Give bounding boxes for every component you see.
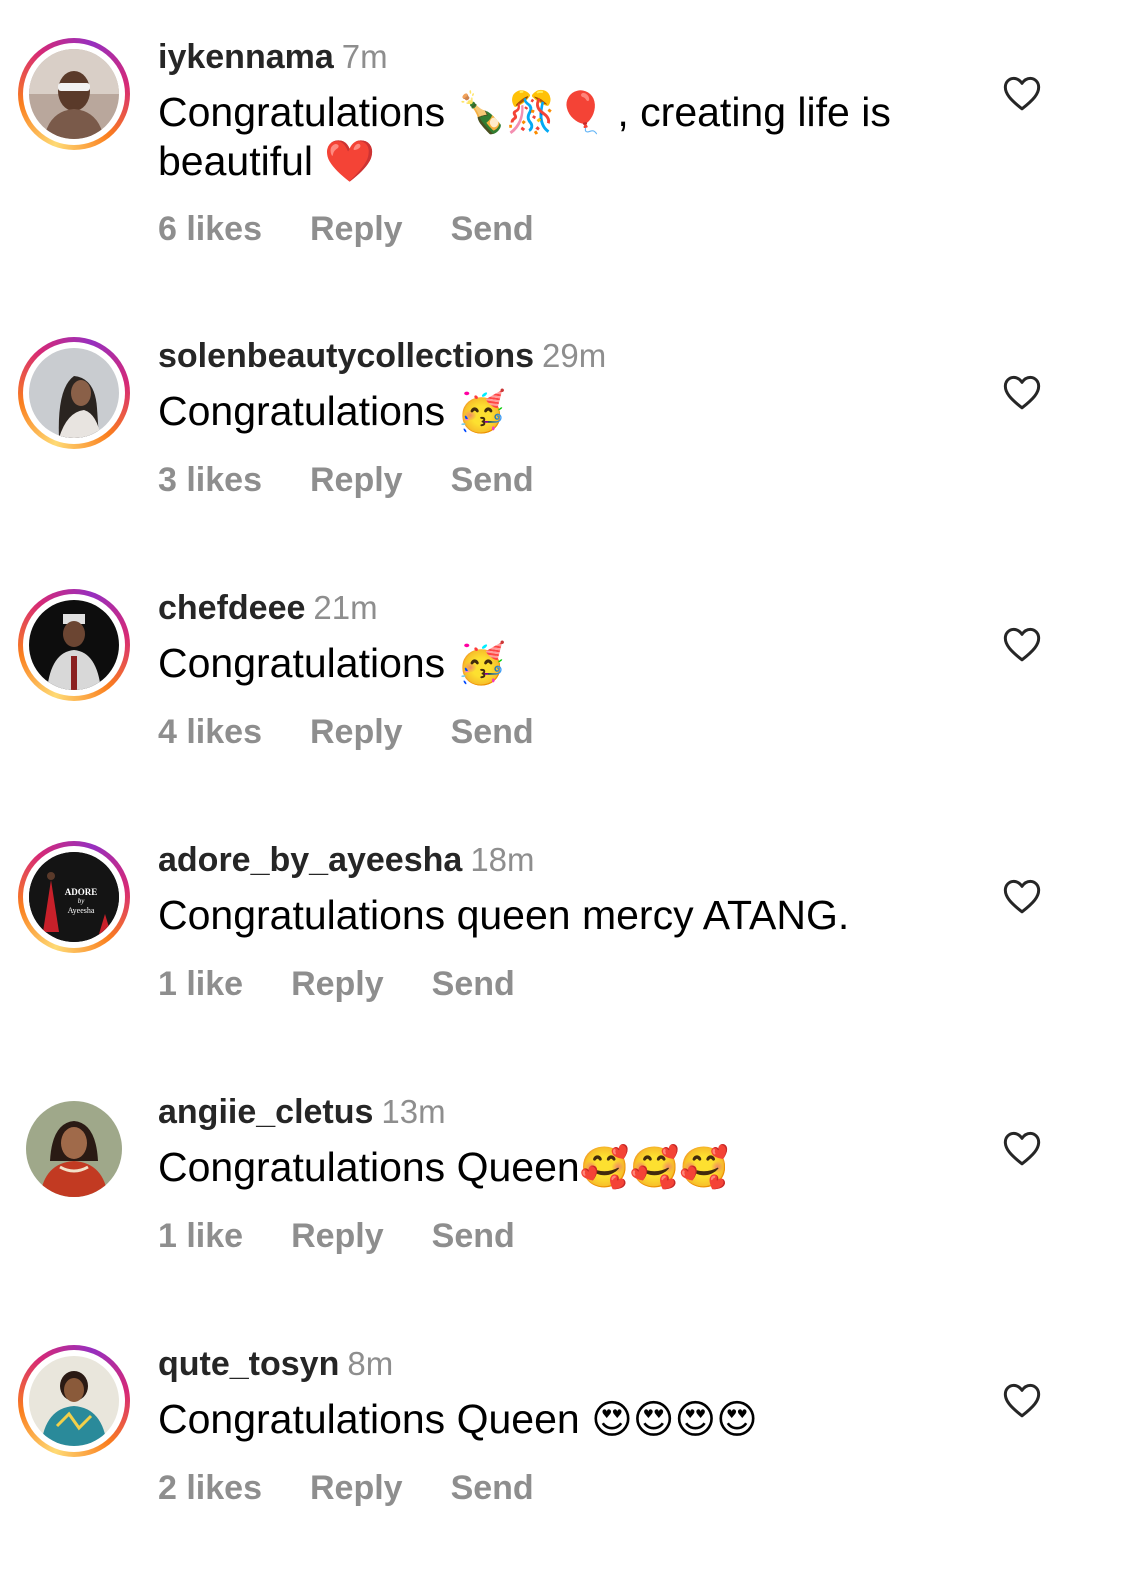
comment-emojis: 🍾🎊🎈 xyxy=(456,90,606,136)
reply-button[interactable]: Reply xyxy=(291,965,384,1003)
avatar[interactable]: ADORE by Ayeesha xyxy=(29,852,119,942)
comment-text: Congratulations queen mercy ATANG. xyxy=(158,891,958,940)
comment-text: Congratulations 🥳 xyxy=(158,639,958,688)
username[interactable]: iykennama xyxy=(158,38,334,76)
username[interactable]: adore_by_ayeesha xyxy=(158,841,462,879)
timestamp: 7m xyxy=(341,38,388,75)
comment-emojis: 🥳 xyxy=(456,389,507,435)
avatar-wrapper[interactable] xyxy=(18,1093,130,1205)
username[interactable]: solenbeautycollections xyxy=(158,337,534,375)
comment-actions: 1 like Reply Send xyxy=(158,965,563,1004)
comment-text-part: Congratulations xyxy=(158,89,457,135)
comment-actions: 2 likes Reply Send xyxy=(158,1469,582,1508)
like-heart-icon[interactable] xyxy=(1002,373,1042,411)
reply-button[interactable]: Reply xyxy=(291,1217,384,1255)
username[interactable]: qute_tosyn xyxy=(158,1345,339,1383)
comment-text-part: Congratulations Queen xyxy=(158,1144,580,1190)
likes-count[interactable]: 1 like xyxy=(158,965,243,1003)
reply-button[interactable]: Reply xyxy=(310,1469,403,1507)
timestamp: 13m xyxy=(381,1093,446,1130)
story-ring[interactable] xyxy=(18,38,130,150)
comment-header: angiie_cletus 13m xyxy=(158,1093,446,1132)
story-ring[interactable] xyxy=(18,1345,130,1457)
likes-count[interactable]: 4 likes xyxy=(158,713,262,751)
comment-text-part: Congratulations queen mercy ATANG. xyxy=(158,892,850,938)
send-button[interactable]: Send xyxy=(451,713,534,751)
reply-button[interactable]: Reply xyxy=(310,210,403,248)
comment-header: iykennama 7m xyxy=(158,38,388,77)
reply-button[interactable]: Reply xyxy=(310,713,403,751)
comment-header: solenbeautycollections 29m xyxy=(158,337,606,376)
username[interactable]: chefdeee xyxy=(158,589,305,627)
like-heart-icon[interactable] xyxy=(1002,1381,1042,1419)
comment-text: Congratulations Queen 😍😍😍😍 xyxy=(158,1395,958,1444)
comment-actions: 6 likes Reply Send xyxy=(158,210,582,249)
timestamp: 8m xyxy=(347,1345,394,1382)
timestamp: 29m xyxy=(542,337,607,374)
avatar[interactable] xyxy=(26,1101,122,1197)
story-ring[interactable]: ADORE by Ayeesha xyxy=(18,841,130,953)
like-heart-icon[interactable] xyxy=(1002,625,1042,663)
comment-text: Congratulations 🍾🎊🎈 , creating life is b… xyxy=(158,88,958,185)
comment-text-part: Congratulations xyxy=(158,388,457,434)
avatar[interactable] xyxy=(29,1356,119,1446)
comment-header: adore_by_ayeesha 18m xyxy=(158,841,535,880)
timestamp: 21m xyxy=(313,589,378,626)
comment-actions: 3 likes Reply Send xyxy=(158,461,582,500)
avatar[interactable] xyxy=(29,348,119,438)
comment-text: Congratulations Queen🥰🥰🥰 xyxy=(158,1143,958,1192)
likes-count[interactable]: 2 likes xyxy=(158,1469,262,1507)
comment-text-part: Congratulations Queen xyxy=(158,1396,592,1442)
send-button[interactable]: Send xyxy=(451,210,534,248)
comment-header: qute_tosyn 8m xyxy=(158,1345,393,1384)
send-button[interactable]: Send xyxy=(432,1217,515,1255)
comment-actions: 4 likes Reply Send xyxy=(158,713,582,752)
comment-header: chefdeee 21m xyxy=(158,589,378,628)
send-button[interactable]: Send xyxy=(432,965,515,1003)
story-ring[interactable] xyxy=(18,337,130,449)
story-ring[interactable] xyxy=(18,589,130,701)
timestamp: 18m xyxy=(470,841,535,878)
comment-emojis: 🥳 xyxy=(456,641,507,687)
avatar-logo-text: ADORE by Ayeesha xyxy=(64,887,98,916)
likes-count[interactable]: 3 likes xyxy=(158,461,262,499)
send-button[interactable]: Send xyxy=(451,1469,534,1507)
like-heart-icon[interactable] xyxy=(1002,1129,1042,1167)
like-heart-icon[interactable] xyxy=(1002,74,1042,112)
avatar[interactable] xyxy=(29,600,119,690)
reply-button[interactable]: Reply xyxy=(310,461,403,499)
send-button[interactable]: Send xyxy=(451,461,534,499)
avatar[interactable] xyxy=(29,49,119,139)
comment-text-part: Congratulations xyxy=(158,640,457,686)
comment-emojis: 🥰🥰🥰 xyxy=(579,1145,730,1191)
likes-count[interactable]: 1 like xyxy=(158,1217,243,1255)
likes-count[interactable]: 6 likes xyxy=(158,210,262,248)
like-heart-icon[interactable] xyxy=(1002,877,1042,915)
username[interactable]: angiie_cletus xyxy=(158,1093,373,1131)
comment-actions: 1 like Reply Send xyxy=(158,1217,563,1256)
comment-emojis: 😍😍😍😍 xyxy=(591,1397,758,1443)
comment-text: Congratulations 🥳 xyxy=(158,387,958,436)
